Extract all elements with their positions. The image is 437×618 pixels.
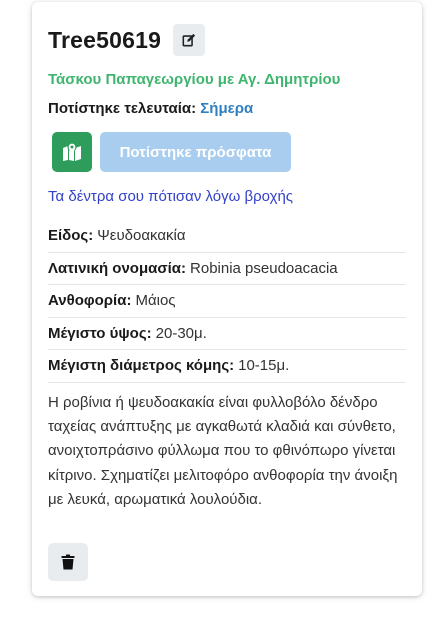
map-button[interactable] (52, 132, 92, 172)
property-value: Μάιος (135, 292, 176, 310)
property-key: Μέγιστο ύψος: (48, 324, 152, 342)
property-key: Λατινική ονομασία: (48, 259, 187, 277)
property-max-height: Μέγιστο ύψος: 20-30μ. (48, 318, 406, 350)
property-value: Robinia pseudoacacia (190, 259, 338, 277)
property-value: 20-30μ. (155, 324, 207, 342)
edit-icon (182, 33, 196, 47)
tree-address: Τάσκου Παπαγεωργίου με Αγ. Δημητρίου (48, 71, 341, 88)
property-max-crown-diameter: Μέγιστη διάμετρος κόμης: 10-15μ. (48, 350, 406, 383)
property-species: Είδος: Ψευδοακακία (48, 220, 406, 253)
rain-message: Τα δέντρα σου πότισαν λόγω βροχής (48, 188, 294, 205)
delete-button[interactable] (48, 543, 88, 581)
last-watered: Ποτίστηκε τελευταία: Σήμερα (48, 100, 253, 117)
tree-card: Tree50619 Τάσκου Παπαγεωργίου με Αγ. Δημ… (32, 2, 422, 596)
property-value: Ψευδοακακία (97, 227, 186, 245)
tree-description: Η ροβίνια ή ψευδοακακία είναι φυλλοβόλο … (48, 394, 398, 508)
action-row: Ποτίστηκε πρόσφατα (52, 132, 291, 172)
property-latin-name: Λατινική ονομασία: Robinia pseudoacacia (48, 253, 406, 285)
property-value: 10-15μ. (238, 357, 290, 375)
tree-title: Tree50619 (48, 26, 162, 53)
map-icon (63, 142, 81, 161)
property-key: Είδος: (48, 227, 94, 245)
property-key: Μέγιστη διάμετρος κόμης: (48, 357, 235, 375)
tree-properties: Είδος: Ψευδοακακία Λατινική ονομασία: Ro… (48, 220, 406, 383)
watered-recently-button[interactable]: Ποτίστηκε πρόσφατα (100, 132, 291, 172)
title-row: Tree50619 (48, 24, 206, 56)
last-watered-value: Σήμερα (200, 100, 254, 117)
trash-icon (61, 554, 75, 570)
property-flowering: Ανθοφορία: Μάιος (48, 285, 406, 318)
edit-button[interactable] (173, 24, 206, 56)
last-watered-label: Ποτίστηκε τελευταία: (48, 100, 197, 117)
property-key: Ανθοφορία: (48, 292, 132, 310)
